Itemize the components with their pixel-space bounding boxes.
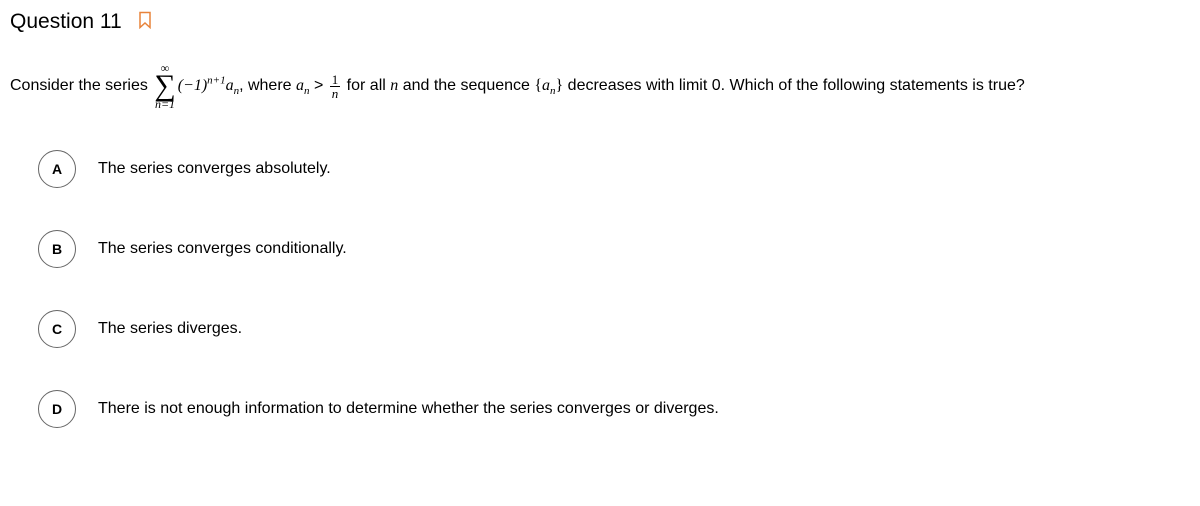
option-text: There is not enough information to deter…: [98, 400, 719, 418]
option-bubble: B: [38, 230, 76, 268]
frac-numerator: 1: [330, 73, 341, 87]
series-term: (−1)n+1an: [178, 77, 239, 94]
gt-text: >: [310, 77, 328, 94]
sum-lower-limit: n=1: [155, 98, 175, 110]
prompt-lead: Consider the series: [10, 77, 152, 94]
option-bubble: C: [38, 310, 76, 348]
option-text: The series converges conditionally.: [98, 240, 347, 258]
sequence-braces: {an}: [534, 77, 563, 94]
question-header: Question 11: [10, 10, 1190, 34]
question-title: Question 11: [10, 10, 122, 34]
summation-symbol: ∞ ∑ n=1: [154, 62, 175, 110]
option-b[interactable]: B The series converges conditionally.: [38, 230, 1190, 268]
option-c[interactable]: C The series diverges.: [38, 310, 1190, 348]
option-bubble: D: [38, 390, 76, 428]
sigma-icon: ∑: [154, 74, 175, 98]
question-prompt: Consider the series ∞ ∑ n=1 (−1)n+1an, w…: [10, 62, 1190, 110]
option-bubble: A: [38, 150, 76, 188]
option-text: The series converges absolutely.: [98, 160, 331, 178]
and-seq-text: and the sequence: [398, 77, 534, 94]
option-a[interactable]: A The series converges absolutely.: [38, 150, 1190, 188]
option-d[interactable]: D There is not enough information to det…: [38, 390, 1190, 428]
bookmark-icon[interactable]: [138, 11, 152, 34]
fraction-one-over-n: 1 n: [330, 73, 341, 100]
frac-denominator: n: [330, 87, 341, 100]
an-var: an: [296, 77, 310, 94]
option-text: The series diverges.: [98, 320, 242, 338]
options-list: A The series converges absolutely. B The…: [10, 150, 1190, 428]
prompt-where: , where: [239, 77, 296, 94]
prompt-tail: decreases with limit 0. Which of the fol…: [563, 77, 1025, 94]
for-all-text: for all: [342, 77, 390, 94]
